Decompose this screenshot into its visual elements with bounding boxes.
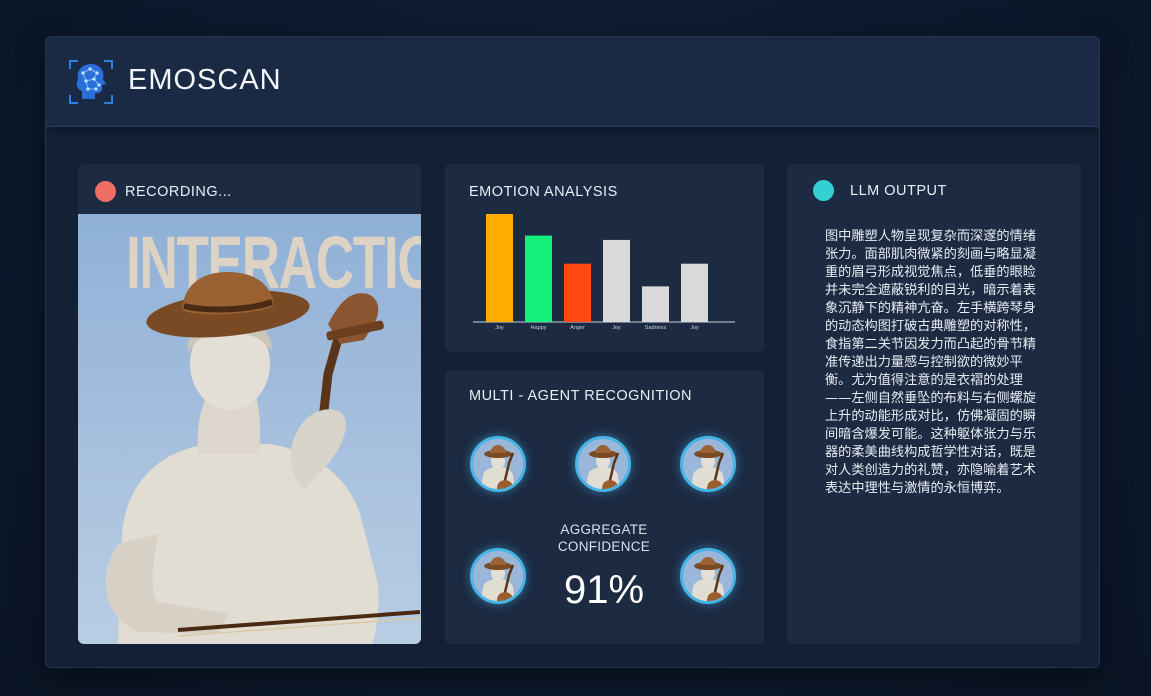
header: EMOSCAN [46, 37, 1099, 127]
bar-sadness[interactable] [642, 286, 669, 322]
emotion-analysis-panel: EMOTION ANALYSIS Joy Happy Anger Joy Sadness… [445, 164, 764, 352]
x-tick-label: Joy [612, 325, 621, 331]
llm-status-indicator [813, 180, 834, 201]
emotion-bar-chart: Joy Happy Anger Joy Sadness Joy [473, 214, 735, 331]
x-tick-label: Happy [531, 325, 547, 331]
llm-output-panel: LLM OUTPUT 图中雕塑人物呈现复杂而深邃的情绪张力。面部肌肉微紧的刻画与… [787, 164, 1081, 644]
aggregate-label-line2: CONFIDENCE [557, 539, 651, 554]
ai-head-scan-icon [69, 60, 113, 104]
recording-panel: RECORDING... INTERACTION [78, 164, 421, 644]
multi-agent-title: MULTI - AGENT RECOGNITION [469, 388, 693, 404]
recording-image[interactable]: INTERACTION [78, 214, 421, 644]
x-tick-label: Joy [690, 325, 699, 331]
aggregate-confidence-label: AGGREGATE CONFIDENCE [540, 521, 668, 555]
app-title: EMOSCAN [128, 64, 282, 96]
agent-avatar[interactable] [470, 548, 526, 604]
x-tick-label: Anger [570, 325, 585, 331]
agent-avatar[interactable] [680, 548, 736, 604]
llm-output-text: 图中雕塑人物呈现复杂而深邃的情绪张力。面部肌肉微紧的刻画与略显凝重的眉弓形成视觉… [825, 229, 1036, 496]
bar-joy[interactable] [486, 214, 513, 322]
agent-avatar[interactable] [680, 436, 736, 492]
bar-joy[interactable] [603, 239, 630, 322]
agent-avatar[interactable] [575, 436, 631, 492]
aggregate-confidence-value: 91% [563, 568, 645, 612]
bar-happy[interactable] [525, 235, 552, 322]
llm-output-title: LLM OUTPUT [850, 183, 947, 199]
statue-with-cello-image [105, 272, 421, 644]
app-window: EMOSCAN RECORDING... INTERACTION [45, 36, 1100, 668]
recording-label: RECORDING... [125, 184, 232, 200]
x-tick-label: Sadness [645, 325, 667, 331]
recording-indicator [95, 181, 116, 202]
agent-avatar[interactable] [470, 436, 526, 492]
bar-anger[interactable] [564, 263, 591, 322]
aggregate-label-line1: AGGREGATE [560, 522, 648, 537]
multi-agent-panel: MULTI - AGENT RECOGNITION AGGREGATE CONF… [445, 370, 764, 644]
bar-joy[interactable] [681, 263, 708, 322]
x-tick-label: Joy [495, 325, 504, 331]
